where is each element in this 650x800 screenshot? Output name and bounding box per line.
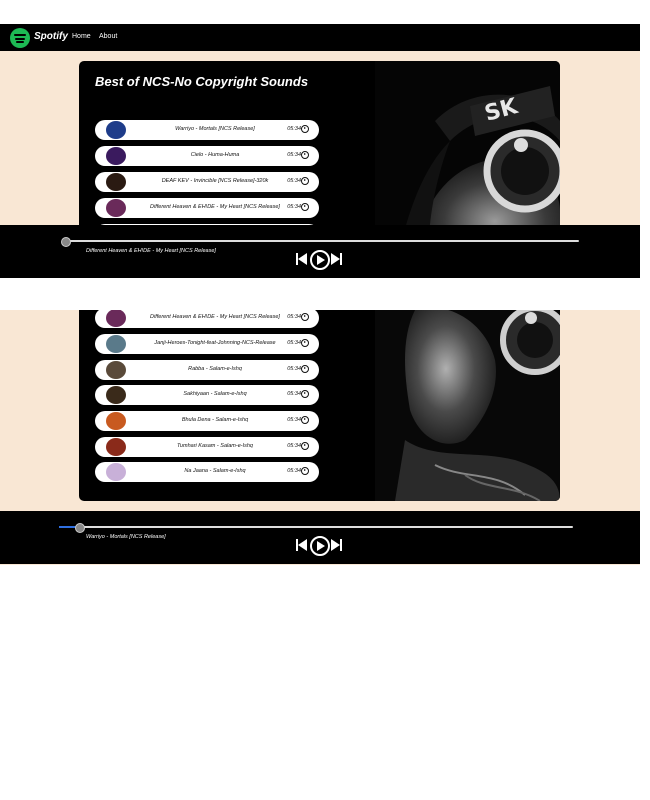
song-title: Sakhiyaan - Salam-e-Ishq	[183, 391, 247, 397]
spotify-logo-icon[interactable]	[10, 28, 30, 48]
song-duration: 05:34	[287, 366, 301, 372]
play-circle-icon[interactable]	[301, 365, 309, 373]
song-duration: 05:34	[287, 340, 301, 346]
song-title: Na Jaana - Salam-e-Ishq	[184, 468, 246, 474]
progress-handle[interactable]	[61, 237, 71, 247]
play-circle-icon[interactable]	[301, 313, 309, 321]
song-cover-image	[106, 412, 126, 430]
brand-name[interactable]: Spotify	[34, 31, 68, 42]
play-circle-icon[interactable]	[301, 339, 309, 347]
song-cover-image	[106, 386, 126, 404]
song-cover-image	[106, 310, 126, 327]
song-duration: 05:34	[287, 314, 301, 320]
play-circle-icon[interactable]	[301, 203, 309, 211]
song-cover-image	[106, 335, 126, 353]
song-duration: 05:34	[287, 204, 301, 210]
play-circle-icon[interactable]	[301, 151, 309, 159]
screenshot-top: Spotify Home About Best of NCS-No Copyri…	[0, 24, 640, 278]
song-item[interactable]: Rabba - Salam-e-Ishq 05:34	[95, 360, 319, 380]
song-duration: 05:34	[287, 391, 301, 397]
previous-track-icon[interactable]	[296, 539, 308, 551]
next-track-icon[interactable]	[331, 539, 343, 551]
now-playing-title: Different Heaven & EH!DE - My Heart [NCS…	[86, 248, 216, 254]
player-bar: Warriyo - Mortals [NCS Release]	[0, 511, 640, 564]
song-title: Janji-Heroes-Tonight-feat-Johnning-NCS-R…	[154, 340, 276, 346]
song-cover-image	[106, 199, 126, 217]
progress-bar[interactable]	[61, 237, 579, 247]
song-title: Different Heaven & EH!DE - My Heart [NCS…	[150, 314, 280, 320]
play-icon[interactable]	[310, 536, 330, 556]
song-cover-image	[106, 361, 126, 379]
previous-track-icon[interactable]	[296, 253, 308, 265]
song-title: Rabba - Salam-e-Ishq	[188, 366, 242, 372]
song-title: DEAF KEV - Invincible [NCS Release]-320k	[161, 178, 269, 184]
player-controls	[296, 249, 344, 270]
nav-link-about[interactable]: About	[99, 33, 117, 40]
play-circle-icon[interactable]	[301, 416, 309, 424]
song-duration: 05:34	[287, 152, 301, 158]
play-circle-icon[interactable]	[301, 442, 309, 450]
song-title: Different Heaven & EH!DE - My Heart [NCS…	[150, 204, 280, 210]
song-cover-image	[106, 121, 126, 139]
song-item[interactable]: Tumhari Kasam - Salam-e-Ishq 05:34	[95, 437, 319, 457]
song-item[interactable]: Cielo - Huma-Huma 05:34	[95, 146, 319, 166]
screenshot-scrolled: Different Heaven & EH!DE - My Heart [NCS…	[0, 310, 640, 565]
play-circle-icon[interactable]	[301, 177, 309, 185]
navbar: Spotify Home About	[0, 24, 640, 51]
song-cover-image	[106, 438, 126, 456]
song-item[interactable]: DEAF KEV - Invincible [NCS Release]-320k…	[95, 172, 319, 192]
song-item[interactable]: Janji-Heroes-Tonight-feat-Johnning-NCS-R…	[95, 334, 319, 354]
player-bar: Different Heaven & EH!DE - My Heart [NCS…	[0, 225, 640, 278]
song-item[interactable]: Different Heaven & EH!DE - My Heart [NCS…	[95, 198, 319, 218]
now-playing-title: Warriyo - Mortals [NCS Release]	[86, 534, 166, 540]
player-controls	[296, 535, 344, 556]
song-duration: 05:34	[287, 443, 301, 449]
song-duration: 05:34	[287, 468, 301, 474]
song-title: Warriyo - Mortals [NCS Release]	[175, 126, 255, 132]
song-cover-image	[106, 463, 126, 481]
song-item[interactable]: Different Heaven & EH!DE - My Heart [NCS…	[95, 310, 319, 328]
song-title: Tumhari Kasam - Salam-e-Ishq	[176, 443, 253, 449]
progress-handle[interactable]	[75, 523, 85, 533]
song-cover-image	[106, 147, 126, 165]
nav-link-home[interactable]: Home	[72, 33, 91, 40]
song-item[interactable]: Bhula Dena - Salam-e-Ishq 05:34	[95, 411, 319, 431]
song-item[interactable]: Warriyo - Mortals [NCS Release] 05:34	[95, 120, 319, 140]
song-duration: 05:34	[287, 417, 301, 423]
headphones-photo	[375, 310, 560, 501]
song-item[interactable]: Na Jaana - Salam-e-Ishq 05:34	[95, 462, 319, 482]
song-cover-image	[106, 173, 126, 191]
song-item[interactable]: Sakhiyaan - Salam-e-Ishq 05:34	[95, 385, 319, 405]
play-circle-icon[interactable]	[301, 125, 309, 133]
playlist-title: Best of NCS-No Copyright Sounds	[95, 74, 309, 89]
song-duration: 05:34	[287, 178, 301, 184]
next-track-icon[interactable]	[331, 253, 343, 265]
progress-bar[interactable]	[59, 523, 573, 533]
song-title: Cielo - Huma-Huma	[190, 152, 240, 158]
song-duration: 05:34	[287, 126, 301, 132]
play-circle-icon[interactable]	[301, 467, 309, 475]
play-icon[interactable]	[310, 250, 330, 270]
playlist-card: Different Heaven & EH!DE - My Heart [NCS…	[79, 310, 560, 501]
play-circle-icon[interactable]	[301, 390, 309, 398]
song-title: Bhula Dena - Salam-e-Ishq	[181, 417, 249, 423]
